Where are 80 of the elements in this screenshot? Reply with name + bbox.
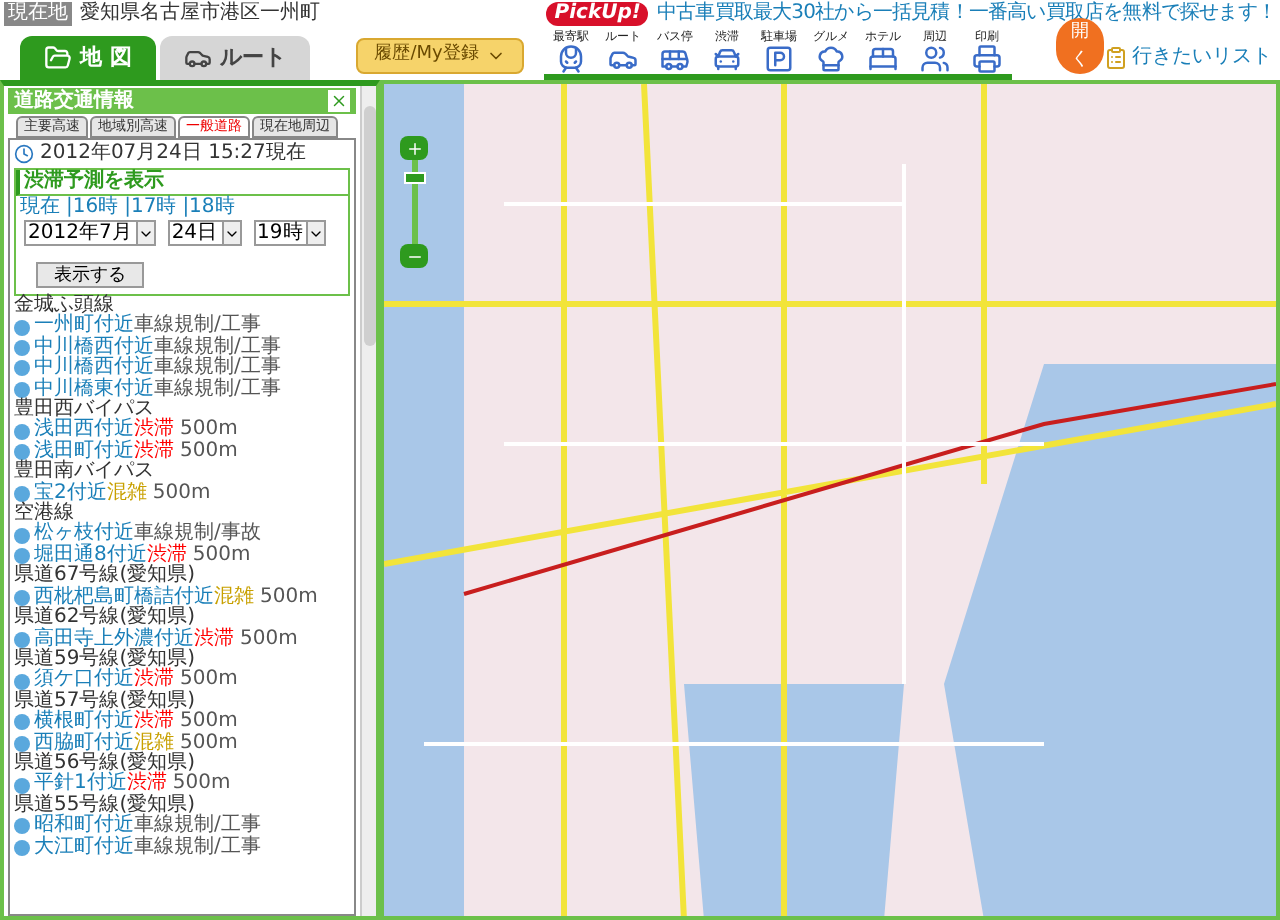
wish-list-link[interactable]: 行きたいリスト: [1104, 42, 1272, 72]
status-text: 混雑: [134, 733, 174, 754]
place-link[interactable]: 中川橋西付近: [34, 358, 154, 380]
status-text: 渋滞: [126, 774, 167, 795]
distance-text: 500m: [180, 733, 238, 754]
road-name: 県道59号線(愛知県): [14, 649, 196, 670]
people-icon: [919, 44, 950, 74]
distance-text: 500m: [260, 587, 318, 609]
status-text: 混雑: [106, 483, 147, 505]
place-link[interactable]: 平針1付近: [34, 774, 127, 796]
zoom-slider[interactable]: [400, 136, 428, 268]
place-link[interactable]: 浅田西付近: [34, 420, 134, 442]
address-text: 愛知県名古屋市港区一州町: [80, 2, 320, 26]
road-name: 豊田南バイパス: [14, 462, 156, 483]
status-text: 渋滞: [134, 420, 174, 441]
history-dropdown[interactable]: 履歴/My登録: [356, 38, 525, 74]
status-text: 渋滞: [134, 670, 174, 691]
place-link[interactable]: 横根町付近: [34, 712, 134, 734]
place-link[interactable]: 昭和町付近: [34, 816, 134, 838]
time-link[interactable]: |16時: [66, 196, 119, 218]
road-name: 県道56号線(愛知県): [14, 753, 196, 774]
place-link[interactable]: 一州町付近: [34, 316, 134, 338]
place-link[interactable]: 須ケ口付近: [34, 670, 134, 692]
main-tab[interactable]: ルート: [159, 36, 310, 80]
place-link[interactable]: 中川橋東付近: [34, 379, 154, 401]
distance-text: 500m: [180, 420, 238, 441]
clock-icon: [14, 143, 34, 163]
status-text: 車線規制/工事: [134, 316, 261, 337]
place-link[interactable]: 松ヶ枝付近: [34, 524, 134, 546]
close-button[interactable]: [328, 90, 350, 112]
plus-icon: [405, 139, 423, 157]
road-name: 金城ふ頭線: [14, 296, 114, 316]
status-text: 車線規制/工事: [134, 816, 261, 837]
list-icon: [1104, 45, 1128, 69]
distance-text: 500m: [180, 441, 238, 463]
time-link[interactable]: 現在: [20, 196, 60, 218]
printer-icon: [971, 44, 1002, 74]
select-field[interactable]: 19時: [253, 220, 327, 246]
main-tab[interactable]: 地 図: [20, 36, 156, 80]
train-icon: [555, 44, 586, 74]
location-badge: 現在地: [4, 2, 72, 26]
status-text: 車線規制/工事: [134, 837, 261, 858]
distance-text: 500m: [180, 670, 238, 691]
road-name: 県道62号線(愛知県): [14, 608, 196, 629]
road-name: 県道55号線(愛知県): [14, 795, 196, 816]
select-field[interactable]: 2012年7月: [24, 220, 156, 246]
status-text: 車線規制/事故: [134, 524, 261, 545]
bed-icon: [867, 44, 898, 74]
place-link[interactable]: 西脇町付近: [34, 733, 134, 754]
distance-text: 500m: [152, 483, 211, 505]
place-link[interactable]: 高田寺上外濃付近: [34, 629, 194, 650]
time-link[interactable]: |17時: [124, 196, 177, 218]
status-text: 混雑: [214, 587, 254, 609]
road-name: 県道67号線(愛知県): [14, 566, 196, 587]
distance-text: 500m: [192, 545, 251, 566]
time-link[interactable]: |18時: [182, 196, 235, 218]
show-button[interactable]: 表示する: [36, 262, 144, 288]
status-text: 車線規制/工事: [154, 358, 281, 379]
status-text: 渋滞: [134, 712, 174, 733]
panel-title: 道路交通情報: [14, 86, 134, 116]
status-text: 車線規制/工事: [154, 337, 281, 358]
distance-text: 500m: [240, 629, 298, 650]
bus-icon: [659, 44, 690, 74]
chef-hat-icon: [815, 44, 846, 74]
road-name: 県道57号線(愛知県): [14, 691, 196, 712]
status-text: 渋滞: [194, 629, 234, 650]
distance-text: 500m: [172, 774, 231, 795]
place-link[interactable]: 大江町付近: [34, 837, 134, 858]
select-field[interactable]: 24日: [167, 220, 242, 246]
parking-icon: [763, 44, 794, 74]
distance-text: 500m: [180, 712, 238, 733]
status-text: 車線規制/工事: [154, 379, 281, 401]
status-text: 渋滞: [134, 441, 174, 462]
scrollbar[interactable]: [360, 86, 376, 916]
forecast-title: 渋滞予測を表示: [16, 170, 348, 196]
open-button[interactable]: 開く: [1056, 18, 1104, 74]
pickup-badge: PickUp!: [546, 2, 649, 26]
road-name: 空港線: [14, 504, 74, 525]
timestamp-text: 2012年07月24日 15:27現在: [40, 142, 306, 164]
status-text: 渋滞: [146, 545, 187, 566]
